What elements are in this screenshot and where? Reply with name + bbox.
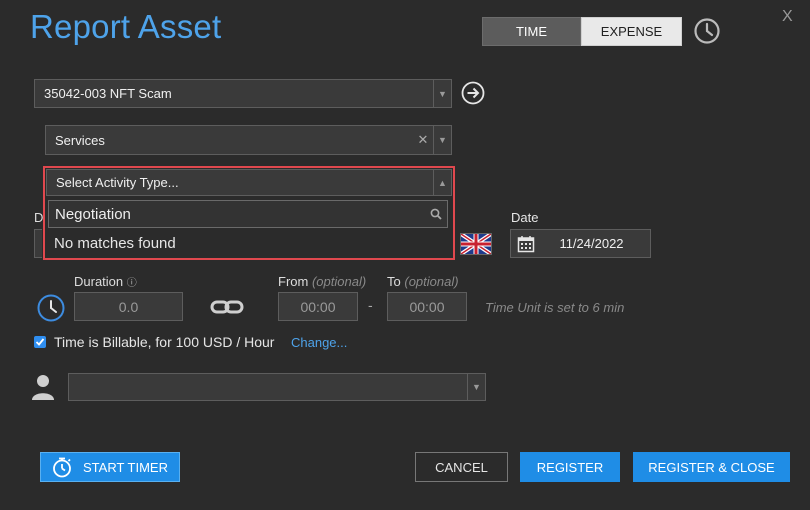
from-optional: (optional) [311, 274, 367, 289]
register-button[interactable]: REGISTER [520, 452, 620, 482]
cancel-button[interactable]: CANCEL [415, 452, 508, 482]
clock-icon[interactable] [693, 17, 721, 45]
stopwatch-icon [51, 456, 83, 478]
from-label-text: From [278, 274, 309, 289]
time-unit-note: Time Unit is set to 6 min [485, 300, 625, 315]
service-select[interactable]: Services ✕ ▼ [45, 125, 452, 155]
activity-search-value[interactable]: Negotiation [49, 206, 425, 223]
service-value: Services [55, 132, 105, 148]
from-time-input[interactable]: 00:00 [278, 292, 358, 321]
clock-icon[interactable] [36, 293, 66, 323]
start-timer-label: START TIMER [83, 459, 168, 475]
close-icon[interactable]: ✕ [413, 132, 433, 148]
register-close-button[interactable]: REGISTER & CLOSE [633, 452, 790, 482]
duration-label-text: Duration [74, 274, 124, 289]
partial-field [34, 229, 42, 258]
chevron-down-icon[interactable]: ▼ [467, 374, 485, 400]
to-label: To (optional) [387, 274, 459, 289]
chain-link-icon[interactable] [210, 298, 244, 316]
chevron-down-icon[interactable]: ▼ [433, 126, 451, 154]
to-label-text: To [387, 274, 401, 289]
duration-input[interactable]: 0.0 [74, 292, 183, 321]
billable-checkbox[interactable] [34, 336, 46, 348]
person-icon [31, 373, 55, 401]
date-value: 11/24/2022 [559, 236, 624, 251]
tab-expense[interactable]: EXPENSE [581, 17, 682, 46]
close-button[interactable]: X [782, 8, 793, 26]
arrow-right-circle-icon[interactable] [461, 81, 485, 105]
tab-time[interactable]: TIME [482, 17, 581, 46]
matter-value: 35042-003 NFT Scam [44, 86, 172, 101]
time-range-separator: - [368, 297, 373, 313]
chevron-down-icon[interactable]: ▼ [433, 80, 451, 107]
no-matches-message: No matches found [54, 235, 176, 252]
chevron-up-icon[interactable]: ▲ [433, 170, 451, 195]
matter-select[interactable]: 35042-003 NFT Scam ▼ [34, 79, 452, 108]
user-select[interactable]: ▼ [68, 373, 486, 401]
info-icon[interactable]: ⓘ [127, 278, 137, 289]
to-time-input[interactable]: 00:00 [387, 292, 467, 321]
uk-flag-icon[interactable] [459, 232, 493, 256]
to-optional: (optional) [404, 274, 459, 289]
date-picker[interactable]: 11/24/2022 [510, 229, 651, 258]
billable-text: Time is Billable, for 100 USD / Hour [54, 334, 275, 350]
activity-search-input[interactable]: Negotiation [48, 200, 448, 228]
date-label: Date [511, 210, 539, 225]
change-rate-link[interactable]: Change... [291, 335, 347, 350]
page-title: Report Asset [30, 8, 222, 45]
activity-placeholder: Select Activity Type... [56, 175, 179, 190]
activity-type-select[interactable]: Select Activity Type... ▲ [46, 169, 452, 196]
partial-label: D [34, 210, 44, 225]
from-label: From (optional) [278, 274, 366, 289]
duration-label: Duration ⓘ [74, 274, 137, 289]
calendar-icon[interactable] [511, 235, 541, 253]
search-icon [425, 208, 447, 220]
start-timer-button[interactable]: START TIMER [40, 452, 180, 482]
